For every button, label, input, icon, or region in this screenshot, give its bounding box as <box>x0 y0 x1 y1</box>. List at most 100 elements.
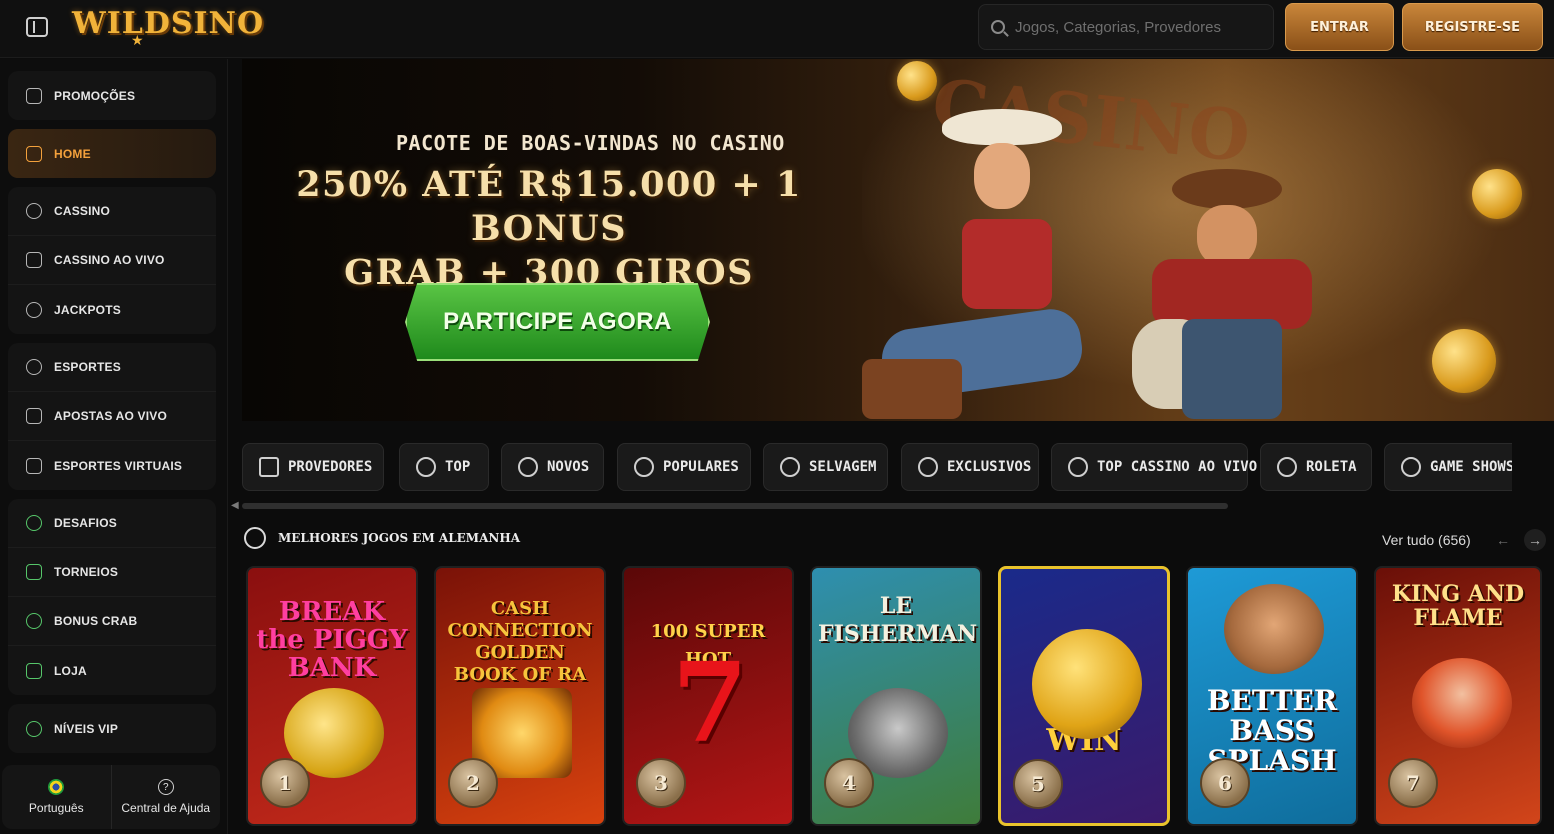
gold-coin-icon <box>1472 169 1522 219</box>
game-card[interactable]: 100 SUPER HOT 7 3 <box>622 566 794 826</box>
tab-provedores[interactable]: PROVEDORES <box>242 443 384 491</box>
arrow-left-icon: ← <box>1496 532 1510 548</box>
register-button[interactable]: REGISTRE-SE <box>1402 3 1543 51</box>
tab-populares[interactable]: POPULARES <box>617 443 751 491</box>
sidebar-item-esportes-virtuais[interactable]: ESPORTES VIRTUAIS <box>8 441 216 490</box>
tab-top[interactable]: TOP <box>399 443 489 491</box>
tab-label: TOP <box>445 459 471 475</box>
games-carousel: BREAK the PIGGY BANK 1 CASH CONNECTION G… <box>244 566 1554 834</box>
tab-label: PROVEDORES <box>288 459 373 475</box>
gamepad-icon <box>26 457 42 474</box>
sidebar-item-label: BONUS CRAB <box>54 614 138 628</box>
tab-label: NOVOS <box>547 459 590 475</box>
game-title: KING AND FLAME <box>1391 581 1525 631</box>
sidebar-item-home[interactable]: HOME <box>8 129 216 178</box>
category-tabs: PROVEDORES TOP NOVOS POPULARES SELVAGEM … <box>242 443 1512 491</box>
tab-label: TOP CASSINO AO VIVO <box>1097 459 1258 475</box>
help-label: Central de Ajuda <box>121 801 211 815</box>
game-title: BREAK the PIGGY BANK <box>256 597 408 683</box>
arrow-right-icon: → <box>1528 532 1542 548</box>
search-icon <box>991 20 1005 34</box>
help-center-link[interactable]: ? Central de Ajuda <box>110 765 221 829</box>
sidebar-item-apostas-ao-vivo[interactable]: APOSTAS AO VIVO <box>8 392 216 441</box>
tab-exclusivos[interactable]: EXCLUSIVOS <box>901 443 1039 491</box>
tab-novos[interactable]: NOVOS <box>501 443 604 491</box>
hero-banner[interactable]: CASINO PACOTE DE BOAS-VINDAS NO CASINO 2… <box>242 59 1554 421</box>
rank-badge: 4 <box>824 758 874 808</box>
tab-label: EXCLUSIVOS <box>947 459 1032 475</box>
sidebar-group-rewards: DESAFIOS TORNEIOS BONUS CRAB LOJA <box>8 499 216 695</box>
sidebar-item-torneios[interactable]: TORNEIOS <box>8 548 216 597</box>
sidebar-item-label: JACKPOTS <box>54 302 121 317</box>
participate-button[interactable]: PARTICIPE AGORA <box>405 283 710 361</box>
logo[interactable]: WILDSINO <box>72 6 264 41</box>
game-title: CASH CONNECTION GOLDEN BOOK OF RA <box>447 598 593 685</box>
tab-selvagem[interactable]: SELVAGEM <box>763 443 888 491</box>
rank-badge: 2 <box>448 758 498 808</box>
rank-badge: 3 <box>636 758 686 808</box>
tab-label: SELVAGEM <box>809 459 877 475</box>
hero-title-line1: 250% ATÉ R$15.000 + 1 BONUS <box>296 164 802 249</box>
game-card[interactable]: CASH CONNECTION GOLDEN BOOK OF RA 2 <box>434 566 606 826</box>
rank-badge: 1 <box>260 758 310 808</box>
sidebar-group-vip: NÍVEIS VIP <box>8 704 216 753</box>
rank-badge: 7 <box>1388 758 1438 808</box>
sidebar-item-loja[interactable]: LOJA <box>8 646 216 695</box>
logo-star-icon: ★ <box>131 32 144 48</box>
sidebar-item-niveis-vip[interactable]: NÍVEIS VIP <box>8 704 216 753</box>
tab-roleta[interactable]: ROLETA <box>1260 443 1372 491</box>
search-input[interactable] <box>1015 18 1265 36</box>
cowboy-illustration <box>1132 169 1322 419</box>
sidebar-group-promos: PROMOÇÕES <box>8 71 216 120</box>
tab-label: POPULARES <box>663 459 739 475</box>
search-bar[interactable] <box>978 4 1274 50</box>
sidebar-footer: Português ? Central de Ajuda <box>2 765 220 829</box>
vip-icon <box>26 720 42 737</box>
game-card[interactable]: KING AND FLAME 7 <box>1374 566 1542 826</box>
play-icon <box>26 408 42 424</box>
badge-icon <box>26 515 42 531</box>
carousel-prev-button[interactable]: ← <box>1492 529 1514 551</box>
tab-top-cassino-ao-vivo[interactable]: TOP CASSINO AO VIVO <box>1051 443 1257 491</box>
crab-icon <box>26 613 42 629</box>
ball-icon <box>26 359 42 375</box>
game-card[interactable]: BETTER BASS SPLASH 6 <box>1186 566 1358 826</box>
sidebar-item-label: APOSTAS AO VIVO <box>54 409 168 423</box>
sidebar-item-label: ESPORTES VIRTUAIS <box>54 458 183 473</box>
sidebar-item-esportes[interactable]: ESPORTES <box>8 343 216 392</box>
sidebar-item-cassino-ao-vivo[interactable]: CASSINO AO VIVO <box>8 236 216 285</box>
flame-icon <box>634 457 654 477</box>
tab-game-shows[interactable]: GAME SHOWS <box>1384 443 1512 491</box>
lucky-seven-art: 7 <box>671 638 749 767</box>
see-all-link[interactable]: Ver tudo (656) <box>1382 532 1471 548</box>
cowgirl-illustration <box>862 109 1122 419</box>
gold-coin-icon <box>1432 329 1496 393</box>
sidebar-item-cassino[interactable]: CASSINO <box>8 187 216 236</box>
sidebar-item-jackpots[interactable]: JACKPOTS <box>8 285 216 334</box>
carousel-next-button[interactable]: → <box>1524 529 1546 551</box>
sidebar-item-label: TORNEIOS <box>54 565 119 579</box>
sidebar-item-desafios[interactable]: DESAFIOS <box>8 499 216 548</box>
game-title: LE FISHERMAN <box>818 593 978 647</box>
sidebar-group-home: HOME <box>8 129 216 178</box>
sidebar-item-label: ESPORTES <box>54 360 121 374</box>
sidebar-toggle-icon[interactable] <box>26 17 48 37</box>
category-scrollbar[interactable] <box>242 503 1228 509</box>
jackpot-icon <box>26 301 42 318</box>
scroll-left-icon[interactable]: ◀ <box>231 500 239 511</box>
cactus-icon <box>780 457 800 477</box>
hero-kicker: PACOTE DE BOAS-VINDAS NO CASINO <box>396 131 785 155</box>
login-button[interactable]: ENTRAR <box>1285 3 1394 51</box>
game-card[interactable]: LE FISHERMAN 4 <box>810 566 982 826</box>
gift-icon <box>26 87 42 104</box>
game-card[interactable]: BREAK the PIGGY BANK 1 <box>246 566 418 826</box>
help-icon: ? <box>157 779 174 795</box>
shop-icon <box>26 662 42 679</box>
game-card[interactable]: COIN WIN 5 <box>998 566 1170 826</box>
wheel-icon <box>1401 457 1421 477</box>
sidebar-item-label: CASSINO AO VIVO <box>54 253 165 267</box>
sidebar-item-promocoes[interactable]: PROMOÇÕES <box>8 71 216 120</box>
sidebar-item-bonus-crab[interactable]: BONUS CRAB <box>8 597 216 646</box>
language-selector[interactable]: Português <box>2 765 111 829</box>
star-icon <box>1068 457 1088 477</box>
